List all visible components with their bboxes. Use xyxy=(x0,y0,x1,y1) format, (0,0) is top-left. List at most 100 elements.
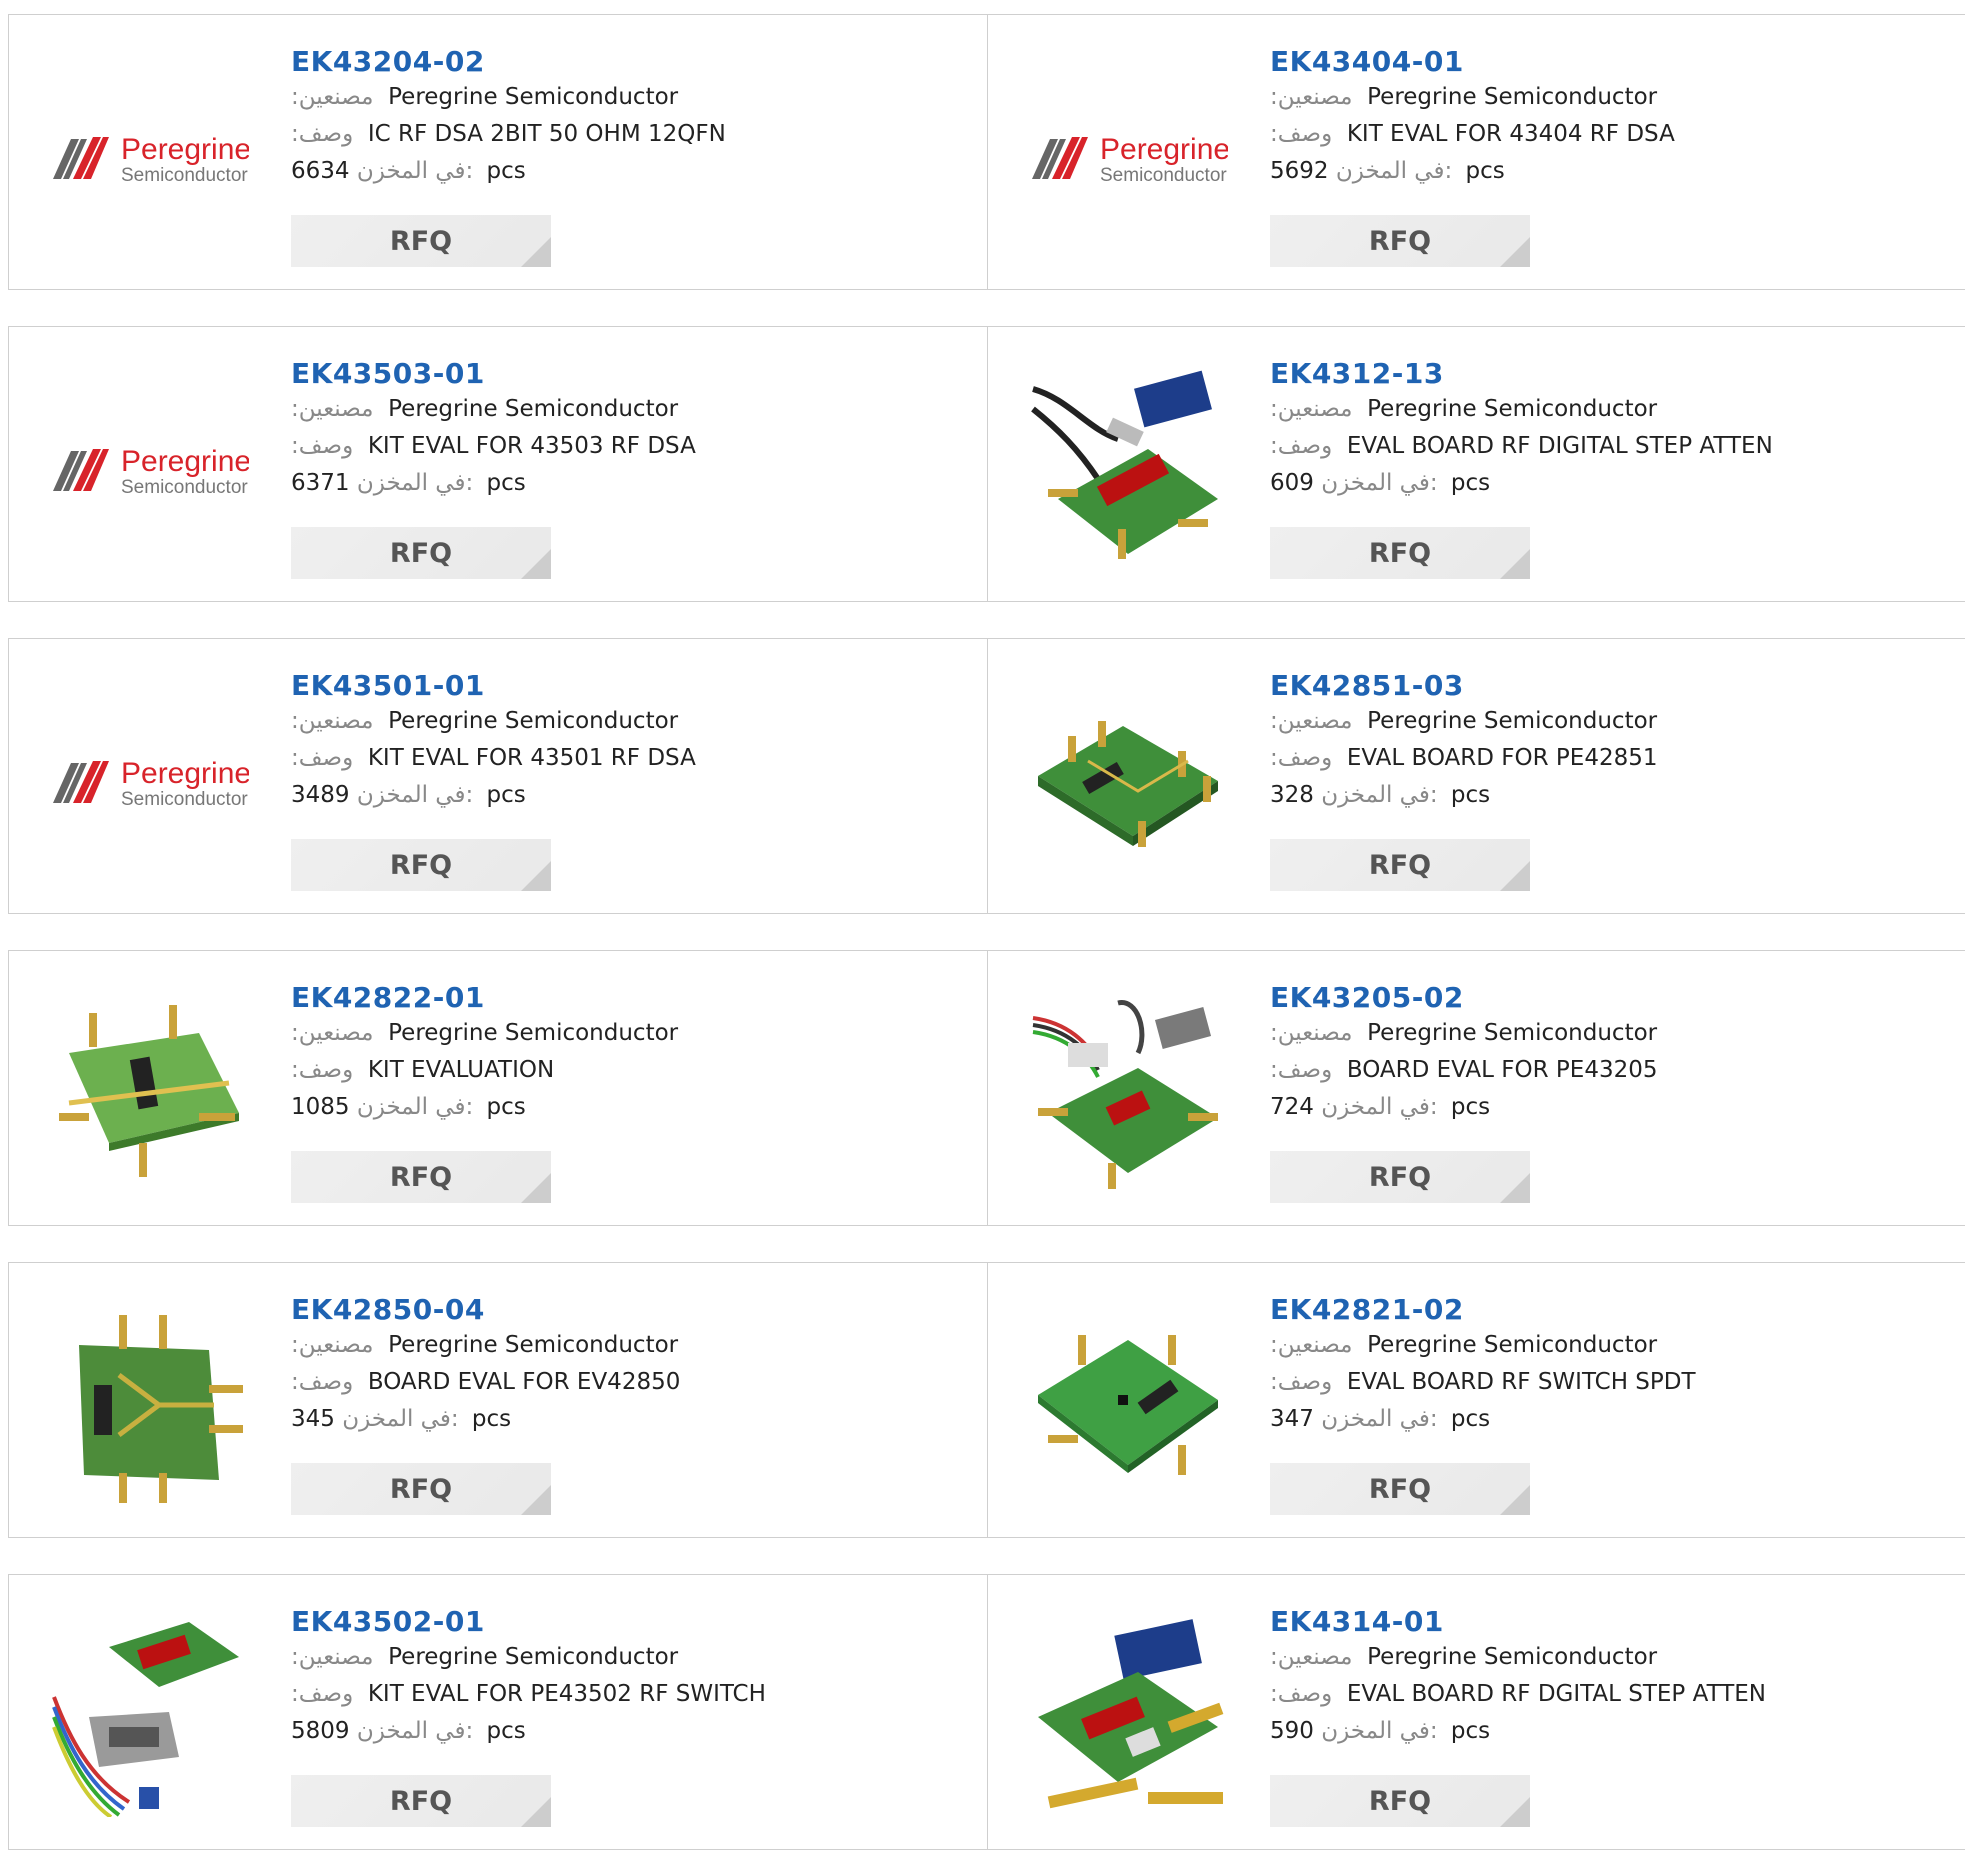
rfq-button[interactable]: RFQ xyxy=(291,839,551,891)
product-row: EK42822-01 :مصنعين Peregrine Semiconduct… xyxy=(8,950,1965,1226)
product-image[interactable] xyxy=(1028,993,1228,1193)
manufacturer-line: :مصنعين Peregrine Semiconductor xyxy=(291,1639,977,1676)
product-image[interactable] xyxy=(49,993,249,1193)
description-line: :وصف KIT EVAL FOR 43501 RF DSA xyxy=(291,740,977,777)
rfq-button[interactable]: RFQ xyxy=(291,1151,551,1203)
product-image[interactable] xyxy=(1028,1305,1228,1505)
rfq-button[interactable]: RFQ xyxy=(1270,1775,1530,1827)
stock-value: 590 xyxy=(1270,1718,1314,1744)
stock-label: في المخزن: xyxy=(1321,1718,1438,1744)
stock-label: في المخزن: xyxy=(356,158,474,184)
rfq-button[interactable]: RFQ xyxy=(1270,215,1530,267)
stock-value: 6371 xyxy=(291,470,350,496)
rfq-label: RFQ xyxy=(389,1785,453,1817)
peregrine-logo-icon: Peregrine Semiconductor xyxy=(53,133,249,186)
rfq-button[interactable]: RFQ xyxy=(291,1463,551,1515)
description-label: :وصف xyxy=(1270,1369,1333,1395)
description-label: :وصف xyxy=(291,121,354,147)
logo-line1: Peregrine xyxy=(121,133,249,166)
eval-board-icon xyxy=(59,1005,239,1177)
stock-line: 328 في المخزن: pcs xyxy=(1270,777,1955,814)
stock-value: 1085 xyxy=(291,1094,350,1120)
part-number-link[interactable]: EK42851-03 xyxy=(1270,669,1955,703)
product-image[interactable] xyxy=(1028,369,1228,569)
stock-line: 347 في المخزن: pcs xyxy=(1270,1401,1955,1438)
description-label: :وصف xyxy=(1270,745,1333,771)
rfq-button[interactable]: RFQ xyxy=(291,527,551,579)
rfq-label: RFQ xyxy=(389,1161,453,1193)
manufacturer-label: :مصنعين xyxy=(1270,708,1353,734)
rfq-button[interactable]: RFQ xyxy=(1270,1151,1530,1203)
rfq-button[interactable]: RFQ xyxy=(1270,839,1530,891)
manufacturer-value: Peregrine Semiconductor xyxy=(1367,1644,1658,1670)
pcs-unit: pcs xyxy=(486,782,526,808)
manufacturer-line: :مصنعين Peregrine Semiconductor xyxy=(1270,391,1955,428)
stock-value: 347 xyxy=(1270,1406,1314,1432)
part-number-link[interactable]: EK43502-01 xyxy=(291,1605,977,1639)
part-number-link[interactable]: EK43503-01 xyxy=(291,357,977,391)
part-number-link[interactable]: EK4314-01 xyxy=(1270,1605,1955,1639)
manufacturer-value: Peregrine Semiconductor xyxy=(388,396,679,422)
part-number-link[interactable]: EK43501-01 xyxy=(291,669,977,703)
manufacturer-label: :مصنعين xyxy=(291,1020,374,1046)
part-number-link[interactable]: EK43204-02 xyxy=(291,45,977,79)
stock-label: في المخزن: xyxy=(1321,1094,1438,1120)
product-image[interactable] xyxy=(1028,681,1228,881)
product-image[interactable]: Peregrine Semiconductor xyxy=(49,681,249,881)
manufacturer-label: :مصنعين xyxy=(291,396,374,422)
stock-value: 6634 xyxy=(291,158,350,184)
description-label: :وصف xyxy=(1270,1681,1333,1707)
manufacturer-line: :مصنعين Peregrine Semiconductor xyxy=(291,1327,977,1364)
stock-label: في المخزن: xyxy=(1321,470,1438,496)
stock-label: في المخزن: xyxy=(1321,1406,1438,1432)
pcs-unit: pcs xyxy=(1465,158,1505,184)
product-image[interactable] xyxy=(1028,1617,1228,1817)
button-corner-icon xyxy=(521,1173,551,1203)
logo-line2: Semiconductor xyxy=(121,789,248,810)
product-card: Peregrine Semiconductor EK43204-02 :مصنع… xyxy=(9,15,987,289)
product-image[interactable] xyxy=(49,1305,249,1505)
manufacturer-line: :مصنعين Peregrine Semiconductor xyxy=(291,1015,977,1052)
logo-line1: Peregrine xyxy=(121,445,249,478)
rfq-button[interactable]: RFQ xyxy=(1270,1463,1530,1515)
part-number-link[interactable]: EK43404-01 xyxy=(1270,45,1955,79)
eval-board-icon xyxy=(1038,1335,1218,1475)
peregrine-logo-icon: Peregrine Semiconductor xyxy=(53,445,249,498)
rfq-button[interactable]: RFQ xyxy=(291,215,551,267)
rfq-label: RFQ xyxy=(1368,1785,1432,1817)
description-value: KIT EVALUATION xyxy=(367,1057,555,1083)
manufacturer-value: Peregrine Semiconductor xyxy=(388,1020,679,1046)
product-image[interactable]: Peregrine Semiconductor xyxy=(1028,57,1228,257)
part-number-link[interactable]: EK42822-01 xyxy=(291,981,977,1015)
rfq-button[interactable]: RFQ xyxy=(291,1775,551,1827)
stock-value: 724 xyxy=(1270,1094,1314,1120)
button-corner-icon xyxy=(1500,549,1530,579)
product-image[interactable] xyxy=(49,1617,249,1817)
manufacturer-label: :مصنعين xyxy=(291,1644,374,1670)
eval-board-cable-icon xyxy=(52,1622,239,1817)
part-number-link[interactable]: EK42821-02 xyxy=(1270,1293,1955,1327)
description-line: :وصف EVAL BOARD RF DIGITAL STEP ATTEN xyxy=(1270,428,1955,465)
manufacturer-value: Peregrine Semiconductor xyxy=(1367,708,1658,734)
product-card: Peregrine Semiconductor EK43503-01 :مصنع… xyxy=(9,327,987,601)
button-corner-icon xyxy=(521,237,551,267)
product-image[interactable]: Peregrine Semiconductor xyxy=(49,57,249,257)
eval-board-usb-icon xyxy=(1031,370,1218,559)
description-value: EVAL BOARD RF DIGITAL STEP ATTEN xyxy=(1346,433,1773,459)
rfq-button[interactable]: RFQ xyxy=(1270,527,1530,579)
rfq-label: RFQ xyxy=(1368,1161,1432,1193)
stock-line: 6371 في المخزن: pcs xyxy=(291,465,977,502)
part-number-link[interactable]: EK4312-13 xyxy=(1270,357,1955,391)
manufacturer-label: :مصنعين xyxy=(1270,1020,1353,1046)
manufacturer-line: :مصنعين Peregrine Semiconductor xyxy=(291,703,977,740)
description-label: :وصف xyxy=(1270,121,1333,147)
stock-label: في المخزن: xyxy=(356,470,474,496)
product-card: EK42850-04 :مصنعين Peregrine Semiconduct… xyxy=(9,1263,987,1537)
part-number-link[interactable]: EK43205-02 xyxy=(1270,981,1955,1015)
description-line: :وصف BOARD EVAL FOR PE43205 xyxy=(1270,1052,1955,1089)
description-label: :وصف xyxy=(291,1681,354,1707)
part-number-link[interactable]: EK42850-04 xyxy=(291,1293,977,1327)
rfq-label: RFQ xyxy=(1368,849,1432,881)
product-image[interactable]: Peregrine Semiconductor xyxy=(49,369,249,569)
stock-label: في المخزن: xyxy=(1321,782,1438,808)
